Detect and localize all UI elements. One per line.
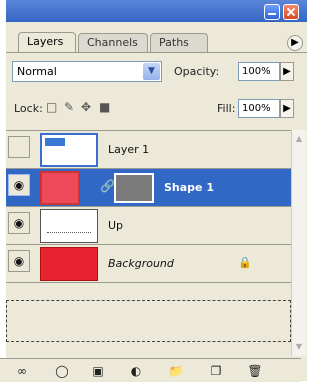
lock-transparency-icon[interactable]: □	[46, 100, 57, 114]
layers-bottom-toolbar: ∞ ◯ ▣ ◐ 📁 ❐ 🗑	[0, 358, 301, 382]
opacity-field[interactable]: 100%	[238, 62, 280, 81]
panel-menu-arrow-icon[interactable]: ▶	[287, 35, 303, 51]
tab-channels[interactable]: Channels	[78, 33, 148, 52]
scroll-down-icon[interactable]: ▼	[293, 341, 305, 353]
link-icon[interactable]: 🔗	[100, 179, 115, 193]
adjustment-layer-icon[interactable]: ◐	[126, 362, 146, 380]
panel-tabs: Layers Channels Paths	[6, 28, 307, 53]
layer-name: Background	[108, 257, 174, 270]
vector-mask-thumbnail[interactable]	[114, 173, 154, 203]
minimize-icon[interactable]	[264, 4, 280, 20]
blend-mode-select[interactable]: Normal ▼	[12, 61, 162, 82]
fill-field[interactable]: 100%	[238, 99, 280, 118]
lock-icon: 🔒	[238, 256, 252, 269]
add-mask-icon[interactable]: ▣	[88, 362, 108, 380]
eye-icon[interactable]: ◉	[8, 250, 30, 272]
link-layers-icon[interactable]: ∞	[12, 362, 32, 380]
opacity-arrow-icon[interactable]: ▶	[280, 62, 294, 81]
fill-arrow-icon[interactable]: ▶	[280, 99, 294, 118]
chevron-down-icon[interactable]: ▼	[143, 63, 160, 80]
layer-name: Layer 1	[108, 143, 150, 156]
scroll-up-icon[interactable]: ▲	[293, 133, 305, 145]
lock-image-brush-icon[interactable]: ✎	[64, 100, 74, 114]
visibility-toggle-empty[interactable]	[8, 136, 30, 158]
fill-label: Fill:	[217, 102, 236, 115]
layer-row-up[interactable]: ◉ Up	[6, 207, 295, 245]
panel-titlebar	[6, 0, 307, 22]
layer-style-icon[interactable]: ◯	[52, 362, 72, 380]
layer-row-background[interactable]: ◉ Background 🔒	[6, 245, 295, 283]
layer-thumbnail	[40, 133, 98, 167]
opacity-label: Opacity:	[174, 65, 220, 78]
trash-icon[interactable]: 🗑	[245, 362, 265, 380]
selection-marquee	[6, 300, 291, 342]
eye-icon[interactable]: ◉	[8, 174, 30, 196]
lock-all-icon[interactable]: ■	[99, 100, 110, 114]
layer-thumbnail	[40, 209, 98, 243]
layer-name: Up	[108, 219, 124, 232]
layer-row-layer-1[interactable]: Layer 1	[6, 131, 295, 169]
lock-position-move-icon[interactable]: ✥	[81, 100, 91, 114]
layers-scrollbar[interactable]: ▲ ▼	[291, 130, 306, 356]
lock-row: Lock: □ ✎ ✥ ■ Fill: 100% ▶	[6, 98, 307, 120]
blend-row: Normal ▼ Opacity: 100% ▶	[6, 60, 307, 84]
layer-thumbnail	[40, 171, 80, 205]
layer-row-shape-1[interactable]: ◉ 🔗 Shape 1	[6, 169, 295, 207]
tab-layers[interactable]: Layers	[18, 32, 76, 52]
lock-label: Lock:	[14, 102, 43, 115]
new-group-folder-icon[interactable]: 📁	[166, 362, 186, 380]
blend-mode-value: Normal	[17, 65, 57, 78]
close-icon[interactable]	[283, 4, 299, 20]
layer-name: Shape 1	[164, 181, 214, 194]
layer-thumbnail	[40, 247, 98, 281]
new-layer-icon[interactable]: ❐	[206, 362, 226, 380]
tab-paths[interactable]: Paths	[150, 33, 208, 52]
eye-icon[interactable]: ◉	[8, 212, 30, 234]
